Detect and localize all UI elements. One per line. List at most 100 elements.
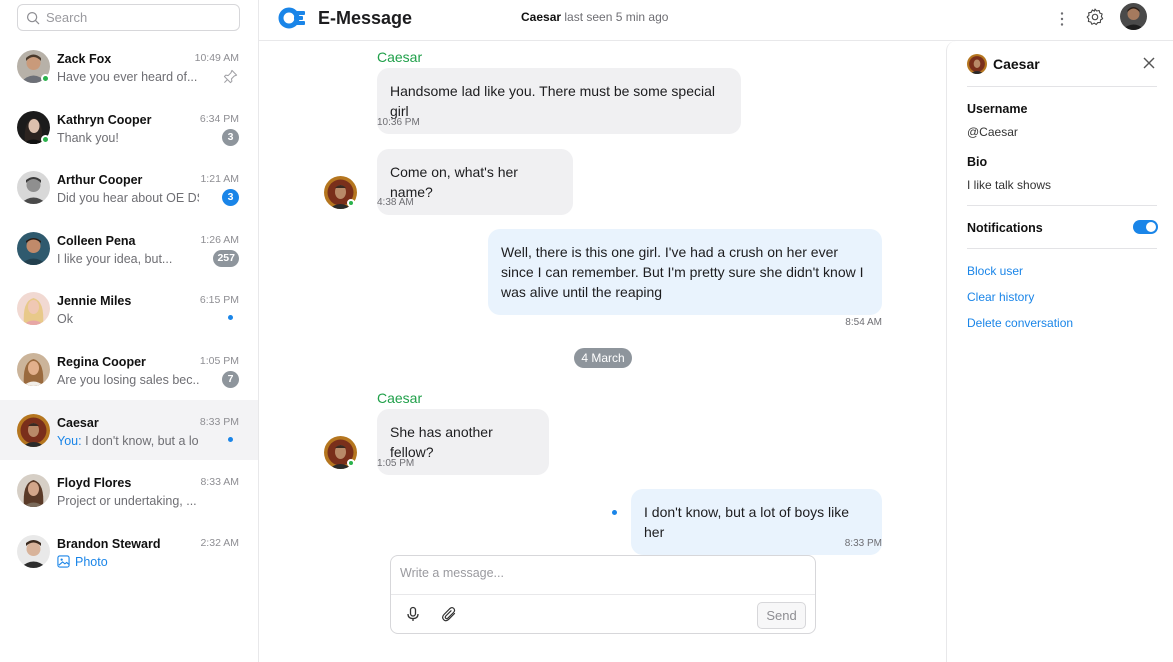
- app-title: E-Message: [318, 8, 413, 28]
- chat-time: 6:15 PM: [199, 294, 239, 307]
- gear-icon[interactable]: [1085, 7, 1105, 27]
- avatar: [17, 352, 50, 386]
- details-contact-name: Caesar: [993, 56, 1040, 72]
- chat-item-floyd-flores[interactable]: Floyd Flores 8:33 AM Project or undertak…: [0, 460, 258, 521]
- more-vertical-icon[interactable]: [1052, 9, 1072, 29]
- notifications-toggle[interactable]: [1133, 220, 1158, 234]
- last-seen: last seen 5 min ago: [564, 10, 669, 24]
- chat-item-caesar[interactable]: Caesar 8:33 PM You: I don't know, but a …: [0, 399, 258, 461]
- online-indicator: [347, 459, 355, 467]
- conversation-pane: Caesar Handsome lad like you. There must…: [259, 41, 946, 662]
- online-indicator: [347, 199, 355, 207]
- composer-input-row: [391, 556, 815, 595]
- chat-item-arthur-cooper[interactable]: Arthur Cooper 1:21 AM Did you hear about…: [0, 157, 258, 218]
- message-time: 8:33 PM: [844, 538, 882, 549]
- unread-badge: 257: [213, 249, 239, 267]
- chat-item-regina-cooper[interactable]: Regina Cooper 1:05 PM Are you losing sal…: [0, 339, 258, 400]
- unread-badge: 7: [222, 370, 239, 388]
- chat-name: Colleen Pena: [57, 233, 136, 248]
- chat-name: Zack Fox: [57, 52, 112, 66]
- sender-name: Caesar: [377, 390, 423, 406]
- chat-item-brandon-steward[interactable]: Brandon Steward 2:32 AM Photo: [0, 521, 258, 582]
- contact-name: Caesar: [521, 10, 562, 24]
- chat-item-colleen-pena[interactable]: Colleen Pena 1:26 AM I like your idea, b…: [0, 218, 258, 279]
- avatar: [17, 292, 50, 326]
- divider: [967, 205, 1157, 206]
- notifications-label: Notifications: [967, 221, 1043, 235]
- chat-item-jennie-miles[interactable]: Jennie Miles 6:15 PM Ok: [0, 278, 258, 339]
- chat-name: Floyd Flores: [57, 476, 132, 491]
- chat-preview: Photo: [57, 555, 199, 569]
- avatar: [17, 413, 50, 447]
- search-box[interactable]: [17, 4, 240, 31]
- chat-sidebar: Zack Fox 10:49 AM Have you ever heard of…: [0, 0, 259, 662]
- message-composer: Send: [390, 555, 816, 634]
- user-avatar[interactable]: [1120, 3, 1147, 30]
- online-indicator: [41, 134, 50, 144]
- bio-label: Bio: [967, 155, 988, 169]
- contact-header[interactable]: Caesar last seen 5 min ago: [521, 10, 668, 24]
- chat-name: Brandon Steward: [57, 536, 161, 551]
- chat-preview: Are you losing sales bec...: [57, 372, 199, 387]
- delete-conversation-link[interactable]: Delete conversation: [967, 316, 1073, 330]
- chat-time: 1:26 AM: [200, 233, 239, 246]
- chat-name: Jennie Miles: [57, 294, 132, 309]
- avatar: [17, 534, 50, 568]
- divider: [967, 248, 1157, 249]
- you-prefix: You:: [57, 433, 82, 448]
- search-input[interactable]: [46, 10, 226, 25]
- chat-time: 1:05 PM: [199, 354, 239, 367]
- unread-badge: 3: [222, 128, 239, 146]
- chat-time: 6:34 PM: [199, 112, 239, 125]
- toggle-knob: [1146, 222, 1156, 232]
- close-icon[interactable]: [1142, 56, 1156, 70]
- chat-preview: Did you hear about OE DS..: [57, 191, 199, 206]
- contact-details-panel: Caesar Username @Caesar Bio I like talk …: [946, 41, 1173, 662]
- message-input[interactable]: [400, 566, 800, 580]
- message-time: 1:05 PM: [377, 458, 415, 469]
- block-user-link[interactable]: Block user: [967, 264, 1023, 278]
- pin-icon[interactable]: [223, 69, 238, 84]
- attachment-icon[interactable]: [441, 606, 457, 622]
- chat-name: Caesar: [57, 415, 99, 430]
- send-button[interactable]: Send: [757, 602, 806, 629]
- chat-time: 8:33 PM: [199, 415, 239, 428]
- avatar: [17, 171, 50, 205]
- top-bar: E-Message Caesar last seen 5 min ago: [259, 0, 1173, 41]
- unread-badge: 3: [222, 189, 239, 207]
- chat-time: 2:32 AM: [200, 536, 239, 549]
- preview-text: Photo: [75, 554, 108, 569]
- clear-history-link[interactable]: Clear history: [967, 290, 1034, 304]
- chat-preview: Project or undertaking, ...: [57, 494, 197, 509]
- chat-preview: Have you ever heard of...: [57, 70, 198, 84]
- sender-name: Caesar: [377, 49, 423, 65]
- username-label: Username: [967, 102, 1028, 116]
- unread-dot: [228, 315, 233, 321]
- message-time: 10:36 PM: [377, 117, 420, 128]
- message-bubble-outgoing[interactable]: Well, there is this one girl. I've had a…: [488, 229, 882, 315]
- chat-name: Regina Cooper: [57, 354, 146, 369]
- chat-list: Zack Fox 10:49 AM Have you ever heard of…: [0, 36, 258, 581]
- chat-preview: Ok: [57, 312, 73, 327]
- bio-value: I like talk shows: [967, 178, 1052, 192]
- chat-item-kathryn-cooper[interactable]: Kathryn Cooper 6:34 PM Thank you! 3: [0, 97, 258, 158]
- app-logo-icon: [278, 7, 305, 29]
- chat-name: Kathryn Cooper: [57, 112, 152, 127]
- message-time: 4:38 AM: [377, 197, 414, 208]
- chat-time: 1:21 AM: [200, 173, 239, 186]
- online-indicator: [41, 74, 50, 83]
- divider: [967, 86, 1157, 87]
- image-icon: [57, 555, 70, 568]
- microphone-icon[interactable]: [405, 606, 421, 622]
- chat-name: Arthur Cooper: [57, 173, 143, 188]
- avatar: [17, 231, 50, 265]
- status-dot: [612, 510, 617, 515]
- message-bubble-incoming[interactable]: Handsome lad like you. There must be som…: [377, 68, 741, 134]
- chat-item-zack-fox[interactable]: Zack Fox 10:49 AM Have you ever heard of…: [0, 36, 258, 97]
- chat-time: 8:33 AM: [200, 476, 239, 489]
- chat-preview: I like your idea, but...: [57, 251, 173, 266]
- message-time: 8:54 AM: [845, 317, 882, 328]
- search-icon: [26, 11, 40, 24]
- unread-dot: [228, 436, 233, 442]
- avatar: [17, 474, 50, 508]
